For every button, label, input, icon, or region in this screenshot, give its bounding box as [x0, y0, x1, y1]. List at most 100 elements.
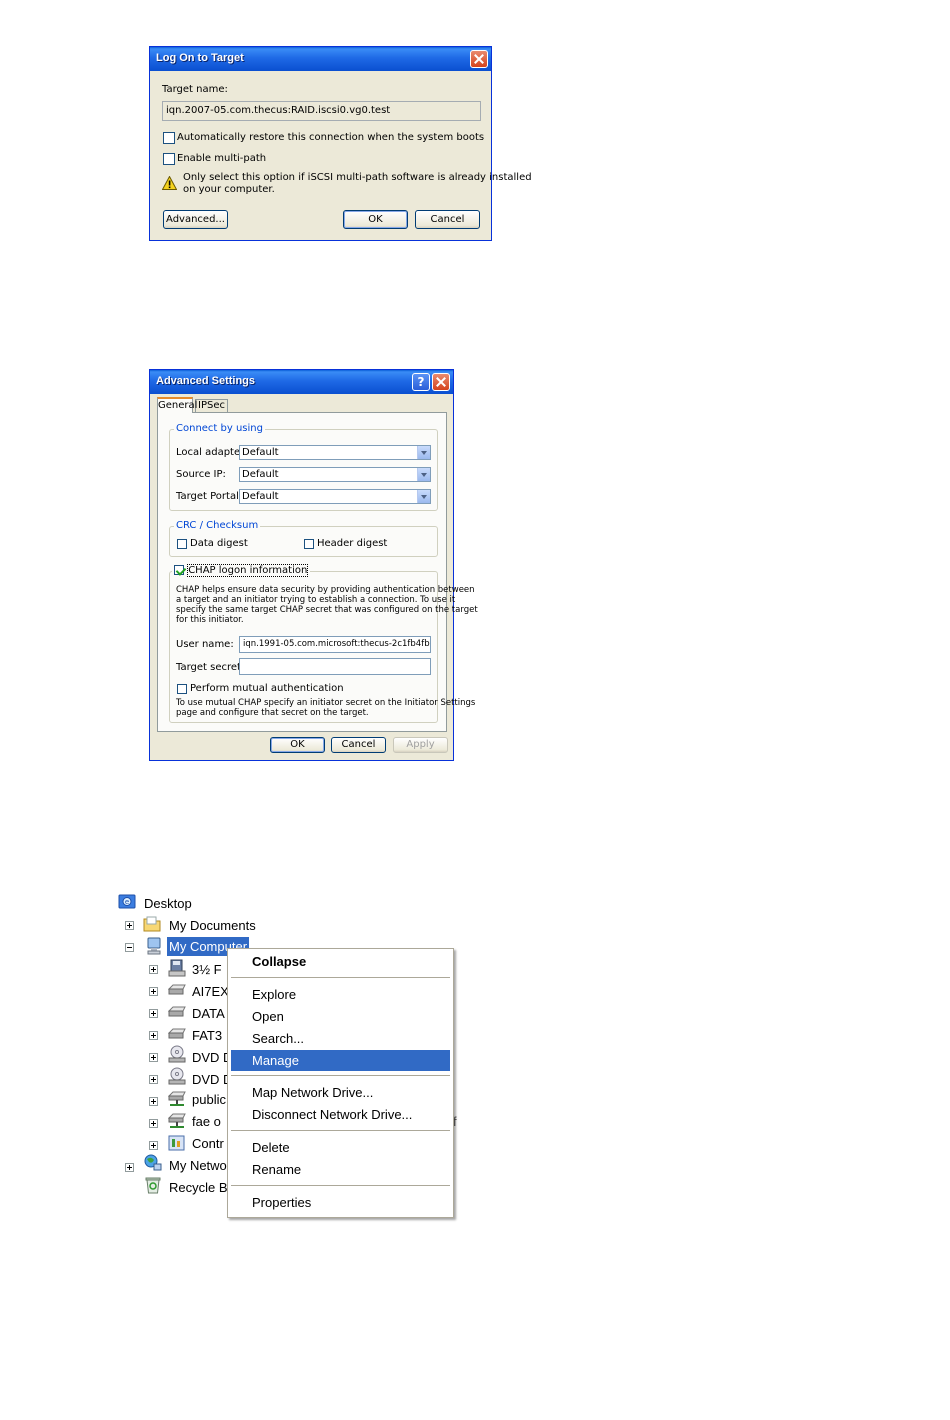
expand-icon[interactable]: [149, 1097, 158, 1106]
folder-icon: [143, 916, 161, 932]
logon-dialog-title: Log On to Target: [156, 52, 244, 64]
ok-button[interactable]: OK: [270, 737, 325, 753]
tree-item-drive[interactable]: FAT3: [192, 1028, 222, 1043]
advanced-button[interactable]: Advanced...: [163, 210, 228, 229]
chap-description-line-3: specify the same target CHAP secret that…: [176, 605, 478, 615]
target-portal-label: Target Portal:: [176, 491, 243, 502]
user-name-label: User name:: [176, 639, 234, 650]
crc-group-title: CRC / Checksum: [174, 520, 261, 531]
target-portal-select[interactable]: Default: [239, 489, 431, 504]
tab-general-label: General: [158, 400, 198, 411]
menu-item-rename[interactable]: Rename: [231, 1159, 450, 1180]
close-icon[interactable]: [470, 50, 488, 68]
ok-button[interactable]: OK: [343, 210, 408, 229]
cancel-button[interactable]: Cancel: [331, 737, 386, 753]
tree-item-network-drive[interactable]: public: [192, 1092, 226, 1107]
chap-label: CHAP logon information: [187, 564, 309, 577]
help-icon[interactable]: ?: [412, 373, 430, 391]
advanced-settings-dialog: Advanced Settings ? General IPSec Connec…: [149, 369, 478, 761]
chap-checkbox[interactable]: [174, 565, 184, 575]
menu-item-collapse[interactable]: Collapse: [231, 951, 450, 972]
menu-item-delete[interactable]: Delete: [231, 1137, 450, 1158]
auto-restore-checkbox[interactable]: [163, 132, 175, 144]
chevron-down-icon[interactable]: [417, 490, 430, 503]
collapse-icon[interactable]: [125, 943, 134, 952]
close-icon[interactable]: [432, 373, 450, 391]
warning-icon: [162, 176, 177, 190]
hard-drive-icon: [168, 1028, 186, 1039]
tree-item-my-network[interactable]: My Netwo: [169, 1158, 227, 1173]
tree-item-network-drive[interactable]: fae o: [192, 1114, 221, 1129]
desktop-icon: e: [118, 894, 136, 909]
chevron-down-icon[interactable]: [417, 446, 430, 459]
floppy-drive-icon: [168, 959, 186, 977]
menu-item-explore[interactable]: Explore: [231, 984, 450, 1005]
tab-page-general: Connect by using Local adapter: Default …: [157, 412, 478, 732]
chap-group-title: CHAP logon information: [172, 564, 311, 577]
data-digest-checkbox[interactable]: [177, 539, 187, 549]
logon-dialog: Log On to Target Target name: iqn.2007-0…: [149, 46, 532, 241]
target-secret-label: Target secret:: [176, 662, 245, 673]
network-places-icon: [144, 1154, 162, 1171]
tree-item-my-documents[interactable]: My Documents: [169, 918, 256, 933]
tree-item-drive[interactable]: AI7EX: [192, 984, 229, 999]
tree-item-recycle-bin[interactable]: Recycle B: [169, 1180, 228, 1195]
header-digest-checkbox[interactable]: [304, 539, 314, 549]
tree-item-desktop[interactable]: Desktop: [144, 896, 192, 911]
control-panel-icon: [168, 1135, 185, 1151]
local-adapter-select[interactable]: Default: [239, 445, 431, 460]
crc-group: CRC / Checksum Data digest Header digest: [169, 520, 438, 557]
tree-item-drive[interactable]: DATA: [192, 1006, 225, 1021]
recycle-bin-icon: [145, 1177, 161, 1194]
source-ip-label: Source IP:: [176, 469, 226, 480]
mutual-auth-label: Perform mutual authentication: [190, 683, 344, 694]
multipath-checkbox[interactable]: [163, 153, 175, 165]
advanced-dialog-title: Advanced Settings: [156, 375, 256, 387]
expand-icon[interactable]: [125, 921, 134, 930]
menu-item-search[interactable]: Search...: [231, 1028, 450, 1049]
expand-icon[interactable]: [149, 1141, 158, 1150]
expand-icon[interactable]: [149, 987, 158, 996]
tree-item-control-panel[interactable]: Contr: [192, 1136, 224, 1151]
apply-button[interactable]: Apply: [393, 737, 448, 753]
mutual-auth-checkbox[interactable]: [177, 684, 187, 694]
context-menu: Collapse Explore Open Search... Manage M…: [227, 948, 454, 1218]
expand-icon[interactable]: [125, 1163, 134, 1172]
advanced-title-bar[interactable]: Advanced Settings ?: [150, 370, 453, 394]
expand-icon[interactable]: [149, 965, 158, 974]
local-adapter-value: Default: [242, 447, 279, 458]
target-portal-value: Default: [242, 491, 279, 502]
expand-icon[interactable]: [149, 1031, 158, 1040]
tree-item-floppy[interactable]: 3½ F: [192, 962, 222, 977]
logon-title-bar[interactable]: Log On to Target: [150, 47, 491, 71]
expand-icon[interactable]: [149, 1075, 158, 1084]
expand-icon[interactable]: [149, 1119, 158, 1128]
menu-separator: [231, 1185, 450, 1186]
svg-text:e: e: [125, 898, 129, 906]
chevron-down-icon[interactable]: [417, 468, 430, 481]
connect-group-title: Connect by using: [174, 423, 265, 434]
menu-separator: [231, 1130, 450, 1131]
cancel-button[interactable]: Cancel: [415, 210, 480, 229]
menu-item-properties[interactable]: Properties: [231, 1192, 450, 1213]
menu-item-map-network-drive[interactable]: Map Network Drive...: [231, 1082, 450, 1103]
target-name-label: Target name:: [162, 84, 228, 95]
dvd-drive-icon: [168, 1045, 186, 1063]
user-name-input[interactable]: iqn.1991-05.com.microsoft:thecus-2c1fb4f…: [239, 636, 431, 653]
expand-icon[interactable]: [149, 1053, 158, 1062]
tab-general[interactable]: General: [157, 397, 197, 413]
dvd-drive-icon: [168, 1067, 186, 1085]
menu-item-manage[interactable]: Manage: [231, 1050, 450, 1071]
hard-drive-icon: [168, 984, 186, 995]
mutual-description-line-1: To use mutual CHAP specify an initiator …: [176, 698, 476, 708]
tab-ipsec-label: IPSec: [198, 400, 225, 411]
target-name-field[interactable]: iqn.2007-05.com.thecus:RAID.iscsi0.vg0.t…: [162, 101, 481, 121]
tab-ipsec[interactable]: IPSec: [195, 399, 228, 413]
menu-item-disconnect-network-drive[interactable]: Disconnect Network Drive...: [231, 1104, 450, 1125]
target-secret-input[interactable]: [239, 658, 431, 675]
chap-description-line-2: a target and an initiator trying to esta…: [176, 595, 456, 605]
menu-item-open[interactable]: Open: [231, 1006, 450, 1027]
chap-group: CHAP logon information CHAP helps ensure…: [169, 564, 478, 723]
source-ip-select[interactable]: Default: [239, 467, 431, 482]
expand-icon[interactable]: [149, 1009, 158, 1018]
